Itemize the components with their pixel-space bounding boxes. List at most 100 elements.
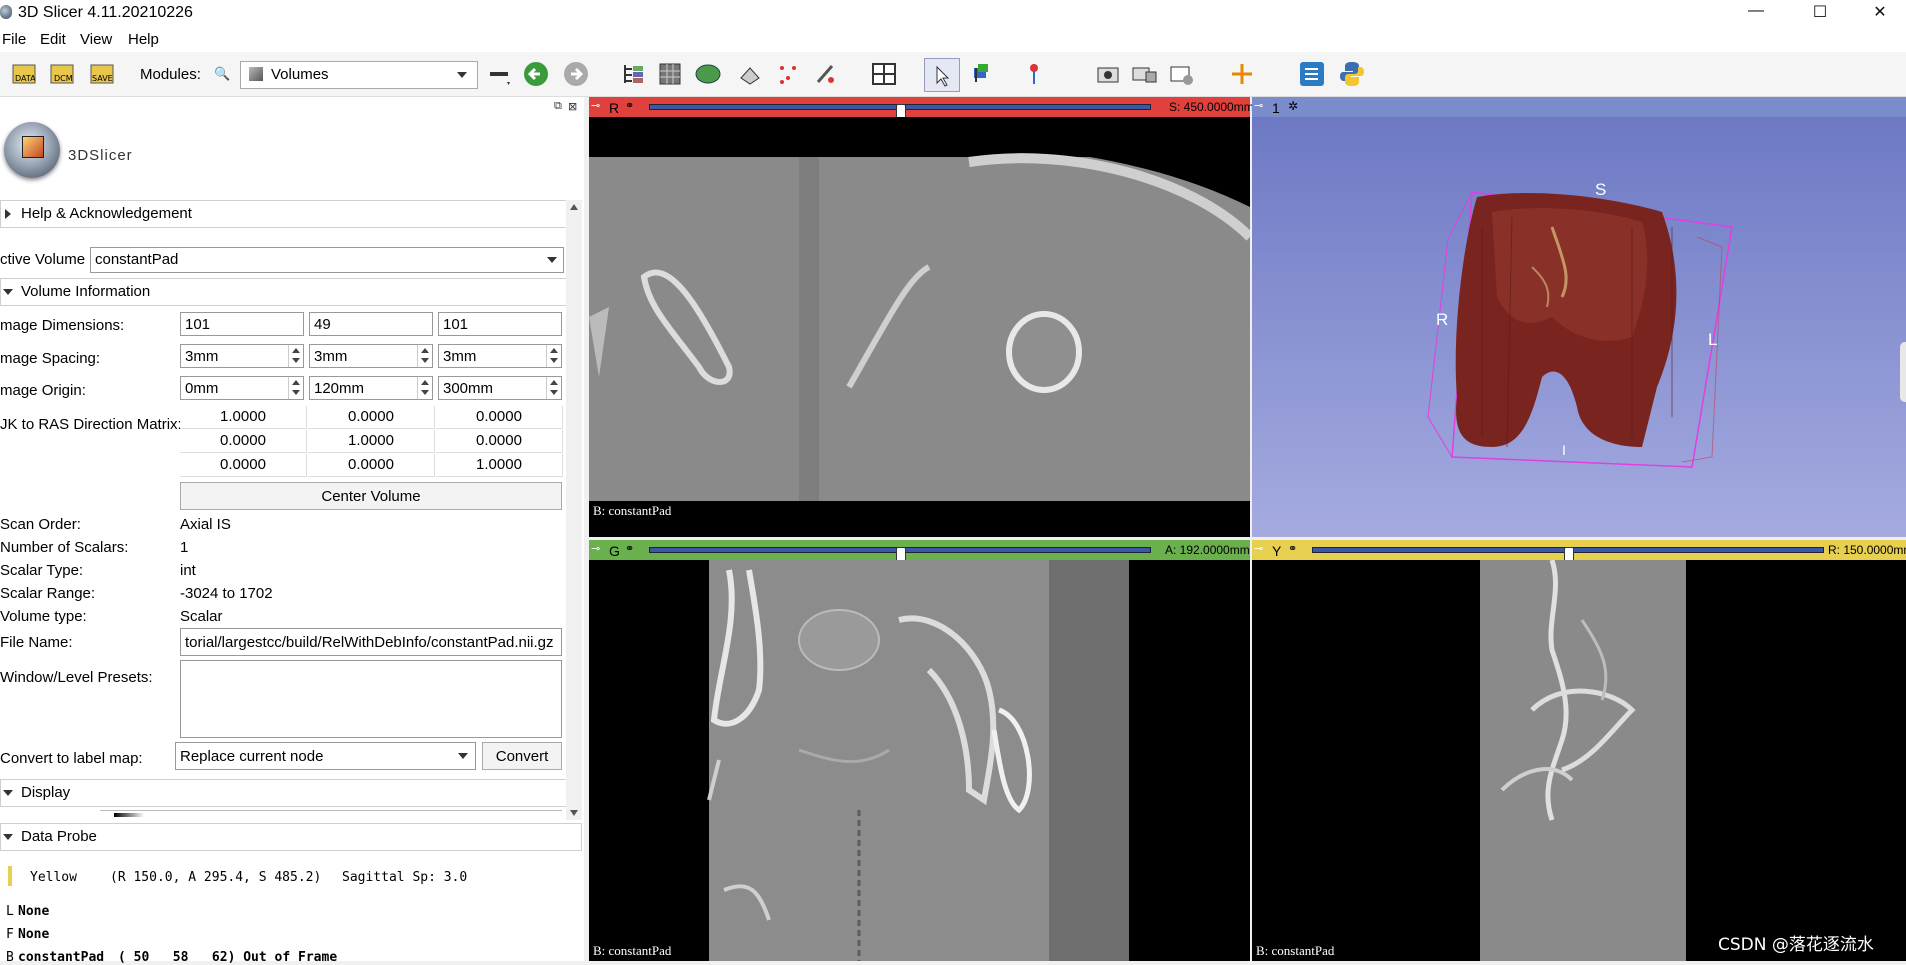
view-controllers-icon[interactable] [1168,60,1196,88]
sagittal-ct-image [1480,560,1686,961]
chevron-down-icon [457,72,467,78]
fiducial-place-icon[interactable] [1020,60,1048,88]
module-selector[interactable]: Volumes [240,61,478,89]
matrix-cell[interactable]: 1.0000 [308,430,435,453]
pin-icon[interactable]: ⊸ [591,542,600,555]
origin-k-field[interactable]: 300mm [438,376,562,400]
matrix-cell[interactable]: 0.0000 [308,406,435,429]
pin-icon[interactable]: ⊸ [591,99,600,112]
transforms-icon[interactable] [736,60,764,88]
module-search-icon[interactable]: 🔍 [214,66,230,82]
screenshot-icon[interactable] [1094,60,1122,88]
layout-icon[interactable] [870,60,898,88]
red-slice-view[interactable]: B: constantPad [589,117,1250,537]
convert-mode-selector[interactable]: Replace current node [175,742,476,770]
red-offset-slider[interactable] [649,104,1151,124]
yellow-view-letter: Y [1272,543,1282,559]
matrix-cell[interactable]: 0.0000 [180,430,307,453]
crosshair-color-icon[interactable] [968,60,996,88]
mouse-mode-pointer-icon[interactable] [924,58,960,92]
orientation-r-label: R [1436,310,1449,329]
spinbox-arrows-icon[interactable] [417,377,432,399]
maximize-button[interactable]: ☐ [1800,2,1840,24]
panel-close-icon[interactable]: ⊠ [568,100,577,113]
dimension-i-field[interactable]: 101 [180,312,304,336]
yellow-offset-slider[interactable] [1312,547,1824,567]
yellow-slice-view[interactable]: B: constantPad [1252,560,1906,961]
module-panel-scrollbar[interactable] [566,200,582,820]
help-section-label: Help & Acknowledgement [21,205,192,222]
view-side-handle[interactable] [1900,342,1906,402]
file-name-field[interactable]: torial/largestcc/build/RelWithDebInfo/co… [180,628,562,656]
volumes-icon[interactable] [656,60,684,88]
capture-views-icon[interactable] [1130,60,1158,88]
green-slice-view[interactable]: B: constantPad [589,560,1250,961]
extension-manager-icon[interactable] [1298,60,1326,88]
spinbox-arrows-icon[interactable] [288,377,303,399]
spacing-k-field[interactable]: 3mm [438,344,562,368]
data-module-icon[interactable] [620,60,648,88]
dimension-k-field[interactable]: 101 [438,312,562,336]
origin-i-field[interactable]: 0mm [180,376,304,400]
matrix-cell[interactable]: 1.0000 [436,454,563,477]
spacing-j-field[interactable]: 3mm [309,344,433,368]
chevron-down-icon [547,257,557,263]
origin-j-field[interactable]: 120mm [309,376,433,400]
data-probe-section-header[interactable]: Data Probe [0,823,582,851]
link-icon[interactable]: ⚭ [1288,542,1297,555]
spinbox-arrows-icon[interactable] [288,345,303,367]
crosshair-icon[interactable] [1228,60,1256,88]
spinbox-arrows-icon[interactable] [546,345,561,367]
load-data-button[interactable]: DATA [10,60,38,88]
threed-view[interactable]: S R L I [1252,117,1906,537]
volume-info-section-header[interactable]: Volume Information [0,278,568,306]
green-offset-slider[interactable] [649,547,1151,567]
data-probe-label: Data Probe [21,828,97,845]
pin-icon[interactable]: ⊸ [1254,542,1263,555]
menu-edit[interactable]: Edit [40,31,66,48]
matrix-cell[interactable]: 1.0000 [180,406,307,429]
axial-ct-image [589,145,1250,501]
view-settings-gear-icon[interactable]: ✲ [1288,99,1298,113]
save-button[interactable]: SAVE [88,60,116,88]
center-volume-button[interactable]: Center Volume [180,482,562,510]
window-title: 3D Slicer 4.11.20210226 [18,4,193,21]
back-arrow-icon[interactable] [522,60,550,88]
segment-editor-icon[interactable] [812,60,840,88]
minimize-button[interactable]: — [1736,2,1776,24]
python-console-icon[interactable] [1338,60,1366,88]
image-origin-label: mage Origin: [0,382,86,399]
dimension-j-field[interactable]: 49 [309,312,433,336]
matrix-cell[interactable]: 0.0000 [436,406,563,429]
scalar-type-value: int [180,562,196,579]
menu-view[interactable]: View [80,31,112,48]
collapse-triangle-icon [3,790,13,796]
menu-file[interactable]: File [2,31,26,48]
matrix-cell[interactable]: 0.0000 [308,454,435,477]
close-button[interactable]: ✕ [1860,2,1900,24]
help-section-header[interactable]: Help & Acknowledgement [0,200,568,228]
convert-button[interactable]: Convert [482,742,562,770]
num-scalars-value: 1 [180,539,189,556]
green-view-letter: G [609,543,620,559]
spinbox-arrows-icon[interactable] [546,377,561,399]
pin-icon[interactable]: ⊸ [1254,99,1263,112]
convert-label: Convert to label map: [0,750,143,767]
spacing-i-field[interactable]: 3mm [180,344,304,368]
link-icon[interactable]: ⚭ [625,99,634,112]
link-icon[interactable]: ⚭ [625,542,634,555]
wl-presets-list[interactable] [180,660,562,738]
collapse-triangle-icon [3,289,13,295]
module-history-button[interactable] [486,60,514,88]
spinbox-arrows-icon[interactable] [417,345,432,367]
display-section-header[interactable]: Display [0,779,568,807]
menu-help[interactable]: Help [128,31,159,48]
load-dicom-button[interactable]: DCM [48,60,76,88]
markups-icon[interactable] [774,60,802,88]
models-icon[interactable] [694,60,722,88]
matrix-cell[interactable]: 0.0000 [436,430,563,453]
matrix-cell[interactable]: 0.0000 [180,454,307,477]
active-volume-selector[interactable]: constantPad [90,247,564,273]
panel-float-icon[interactable]: ⧉ [554,100,562,113]
forward-arrow-icon[interactable] [562,60,590,88]
